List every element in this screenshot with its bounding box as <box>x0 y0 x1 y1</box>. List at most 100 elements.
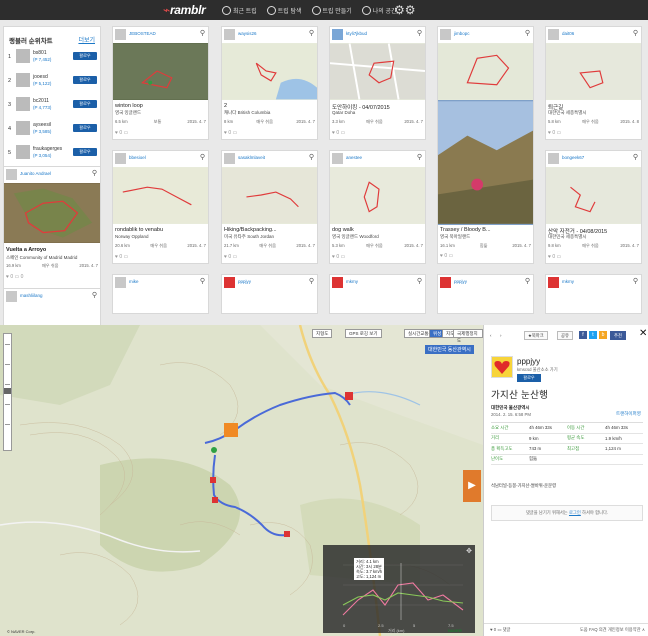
follow-button[interactable]: 팔로우 <box>73 100 97 108</box>
trip-card[interactable]: jimbopc ⚲ Trassey / Bloody B... 영국 북아일랜드 … <box>437 26 534 264</box>
card-title[interactable]: winton loop <box>115 103 143 109</box>
card-title[interactable]: rondablik to venabu <box>115 227 163 233</box>
recommend-button[interactable]: 추천 <box>610 331 626 340</box>
card-like-comment[interactable]: ♥ 0 ▭ <box>224 130 237 136</box>
trip-map-thumbnail[interactable] <box>222 43 317 100</box>
card-title[interactable]: 2 <box>224 103 227 109</box>
ranking-more-link[interactable]: 더보기 <box>78 35 95 44</box>
card-username[interactable]: bongeek67 <box>562 155 584 160</box>
trip-map[interactable]: 지형도 GPS 로깅 보기 실시간교통 위성 지도 국제행정지도 대한민국 동산… <box>0 325 483 636</box>
card-username[interactable]: mkmy <box>346 279 358 284</box>
trip-map-thumbnail[interactable] <box>330 43 425 100</box>
card-like-comment[interactable]: ♥ 0 ▭ <box>548 130 561 136</box>
card-title[interactable]: Vuelta a Arroyo <box>6 247 46 253</box>
card-like-comment[interactable]: ♥ 0 ▭ <box>332 254 345 260</box>
share-button[interactable]: 공유 <box>557 331 573 340</box>
rank-username[interactable]: bc2011 <box>33 98 49 104</box>
rank-username[interactable]: jooesd <box>33 74 48 80</box>
like-comment-count[interactable]: ♥ 0 ▭ 댓글 <box>490 627 511 633</box>
card-username[interactable]: mike <box>129 279 139 284</box>
ranking-row[interactable]: 2 jooesd (P 5,122) 팔로우 <box>8 71 100 91</box>
trip-map-thumbnail[interactable] <box>438 43 533 100</box>
card-like-comment[interactable]: ♥ 0 ▭ <box>115 254 128 260</box>
trip-map-thumbnail[interactable] <box>4 183 100 243</box>
trip-card[interactable]: mike ⚲ <box>112 274 209 314</box>
trip-map-thumbnail[interactable] <box>546 167 641 224</box>
nav-create-trip[interactable]: 트립 만들기 <box>311 5 352 15</box>
card-username[interactable]: dait06 <box>562 31 574 36</box>
trip-map-thumbnail[interactable] <box>113 43 208 100</box>
card-username[interactable]: pppjyy <box>238 279 251 284</box>
trip-card[interactable]: bbesioel ⚲ rondablik to venabu Norway Opp… <box>112 150 209 264</box>
bookmark-button[interactable]: ★북마크 <box>524 331 548 340</box>
avatar[interactable] <box>491 356 513 378</box>
login-link[interactable]: 로그인 <box>569 510 581 515</box>
nav-my-space[interactable]: 나의 공간 <box>361 5 397 15</box>
card-like-comment[interactable]: ♥ 0 ▭ <box>548 254 561 260</box>
nav-recent-trips[interactable]: 최근 트립 <box>222 5 257 15</box>
twitter-icon[interactable]: t <box>589 331 597 339</box>
card-title[interactable]: dog walk <box>332 227 354 233</box>
card-title[interactable]: Hiking/Backpacking... <box>224 227 277 233</box>
card-username[interactable]: waysis26 <box>238 31 257 36</box>
follow-button[interactable]: 팔로우 <box>73 148 97 156</box>
trip-card[interactable]: JEBOSTEAD ⚲ winton loop 영국 잉글랜드 6.5 km 보통 2… <box>112 26 209 140</box>
ranking-row[interactable]: 4 ayseesil (P 3,585) 팔로우 <box>8 119 100 139</box>
card-username[interactable]: jimbopc <box>454 31 470 36</box>
trip-card[interactable]: ktyli7jkbud ⚲ 도안하이킹 - 04/07/2015 Qatar Do… <box>329 26 426 140</box>
card-like-comment[interactable]: ♥ 0 ▭ <box>440 253 453 259</box>
card-like-comment[interactable]: ♥ 0 ▭ <box>224 254 237 260</box>
card-like-comment[interactable]: ♥ 0 ▭ <box>115 130 128 136</box>
trip-card[interactable]: anestee ⚲ dog walk 영국 잉글랜드 Woodford 5.3 k… <box>329 150 426 264</box>
terrain-toggle[interactable]: 지형도 <box>312 329 333 338</box>
trip-card[interactable]: waysis26 ⚲ 2 캐나다 British Columbia 8 km 매우 … <box>221 26 318 140</box>
gear-icon[interactable]: ⚙⚙ <box>394 3 416 17</box>
trip-map-thumbnail[interactable] <box>330 167 425 224</box>
card-username[interactable]: mkmy <box>562 279 574 284</box>
card-username[interactable]: JEBOSTEAD <box>129 31 156 36</box>
panel-username[interactable]: pppjyy <box>517 357 540 366</box>
follow-button[interactable]: 팔로우 <box>73 52 97 60</box>
card-username[interactable]: pppjyy <box>454 279 467 284</box>
prev-trip-button[interactable]: ‹ <box>490 331 492 340</box>
trip-map-thumbnail[interactable] <box>113 167 208 224</box>
ranking-row[interactable]: 5 fraukagerges (P 3,054) 팔로우 <box>8 143 100 163</box>
elevation-profile[interactable]: 0 2.5 5 7.5 거리 (km) 거리: 4.1 km 시간: 3시 28… <box>323 545 475 633</box>
trip-map-thumbnail[interactable] <box>546 43 641 100</box>
move-icon[interactable]: ✥ <box>466 547 472 555</box>
trip-map-thumbnail[interactable] <box>222 167 317 224</box>
trip-card[interactable]: bongeek67 ⚲ 산악 자전거 - 04/08/2015 대한민국 세종특별… <box>545 150 642 264</box>
close-icon[interactable]: ✕ <box>639 328 647 339</box>
zoom-slider[interactable] <box>3 333 12 451</box>
blog-icon[interactable]: b <box>599 331 607 339</box>
rank-username[interactable]: ayseesil <box>33 122 51 128</box>
rank-username[interactable]: bs801 <box>33 50 47 56</box>
follow-button[interactable]: 팔로우 <box>73 124 97 132</box>
facebook-icon[interactable]: f <box>579 331 587 339</box>
gps-log-toggle[interactable]: GPS 로깅 보기 <box>345 329 382 338</box>
ramblr-logo[interactable]: ⌁ramblr <box>163 3 206 17</box>
trip-photo[interactable] <box>438 100 533 225</box>
trip-card[interactable]: mkmy ⚲ <box>545 274 642 314</box>
download-link[interactable]: 트랜하이퍼영 <box>616 411 641 417</box>
ranking-row[interactable]: 1 bs801 (P 7,452) 팔로우 <box>8 47 100 67</box>
trip-card[interactable]: dait06 ⚲ 퇴근길 대한민국 세종특별시 5.8 km 매우 쉬움 2015. … <box>545 26 642 140</box>
trip-card[interactable]: sasaklmlaveit ⚲ Hiking/Backpacking... 미국 … <box>221 150 318 264</box>
card-username[interactable]: sasaklmlaveit <box>238 155 265 160</box>
card-username[interactable]: mashliilang <box>20 293 43 298</box>
next-trip-button[interactable]: › <box>500 331 502 340</box>
trip-card[interactable]: pppjyy ⚲ <box>437 274 534 314</box>
trip-card[interactable]: mkmy ⚲ <box>329 274 426 314</box>
ranking-row[interactable]: 3 bc2011 (P 4,773) 팔로우 <box>8 95 100 115</box>
card-like-comment[interactable]: ♥ 0 ▭ <box>332 130 345 136</box>
follow-button[interactable]: 팔로우 <box>73 76 97 84</box>
card-title[interactable]: Trassey / Bloody B... <box>440 227 491 233</box>
card-like-comment[interactable]: ♥ 0 ▭ 0 <box>6 274 23 280</box>
trip-card[interactable]: pppjyy ⚲ <box>221 274 318 314</box>
nav-explore-trips[interactable]: 트립 탐색 <box>266 5 302 15</box>
card-username[interactable]: anestee <box>346 155 362 160</box>
footer-links[interactable]: 도움 FAQ 의견 개인정보 이용약관 ∧ <box>580 627 645 633</box>
trip-card[interactable]: mashliilang ⚲ <box>3 288 101 325</box>
trip-card[interactable]: Juanito Andrael ⚲ Vuelta a Arroyo 스페인 Com… <box>3 166 101 294</box>
card-username[interactable]: ktyli7jkbud <box>346 31 367 36</box>
